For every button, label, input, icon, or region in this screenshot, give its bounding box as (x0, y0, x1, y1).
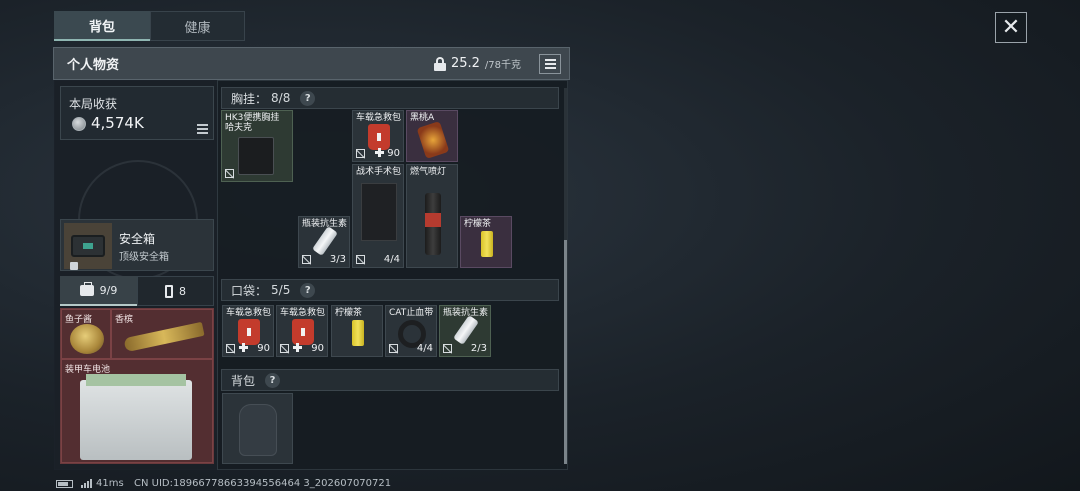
safe-box-name: 安全箱 (119, 232, 156, 246)
close-icon: ✕ (1001, 14, 1021, 40)
weight-indicator: 25.2 /78千克 (433, 56, 521, 71)
uid-text: CN UID:18966778663394556464 3_2026070707… (134, 478, 392, 489)
item-label: 车载急救包 (226, 308, 272, 318)
weight-max: /78千克 (484, 60, 521, 71)
help-icon[interactable]: ? (265, 372, 281, 388)
safe-box-image (64, 223, 112, 270)
tab-medkit-count: 9/9 (99, 283, 118, 297)
harvest-label: 本局收获 (69, 97, 118, 111)
medkit-icon (79, 281, 94, 296)
plus-icon (293, 343, 302, 352)
item-label: CAT止血带 (389, 308, 434, 318)
signal-icon (81, 479, 93, 488)
item-label: 黑桃A (410, 113, 435, 123)
item-count: 4/4 (416, 343, 433, 354)
section-count: 5/5 (271, 283, 291, 297)
coin-icon (72, 117, 86, 131)
item-label: 柠檬茶 (464, 219, 492, 229)
ping-text: 41ms (96, 478, 124, 489)
lock-icon (433, 56, 446, 71)
item-caviar[interactable]: 鱼子酱 (61, 309, 111, 359)
item-count: 90 (257, 343, 270, 354)
inventory-header: 个人物资 25.2 /78千克 (53, 47, 570, 80)
page-title: 个人物资 (67, 58, 120, 73)
item-count: 4/4 (383, 254, 400, 265)
section-pocket: 口袋： 5/5 ? (221, 279, 559, 301)
help-icon[interactable]: ? (300, 282, 316, 298)
item-label: 柠檬茶 (335, 308, 363, 318)
no-insure-icon (225, 169, 234, 178)
item-label: 瓶装抗生素 (443, 308, 489, 318)
no-insure-icon (443, 344, 452, 353)
section-count: 8/8 (271, 91, 291, 105)
no-insure-icon (356, 255, 365, 264)
no-insure-icon (356, 149, 365, 158)
item-count: 90 (387, 148, 400, 159)
pocket-item-aid-pack-2[interactable]: 车载急救包 90 (276, 305, 328, 357)
section-label: 胸挂： (231, 91, 268, 106)
item-count: 90 (311, 343, 324, 354)
tab-medkit[interactable]: 9/9 (60, 276, 137, 306)
lock-icon (70, 262, 78, 270)
item-antibiotic[interactable]: 瓶装抗生素 3/3 (298, 216, 350, 268)
battery-icon (56, 480, 73, 488)
item-label: 香槟 (115, 315, 134, 325)
pocket-item-tourniquet[interactable]: CAT止血带 4/4 (385, 305, 437, 357)
item-gas-torch[interactable]: 燃气喷灯 (406, 164, 458, 268)
close-button[interactable]: ✕ (995, 12, 1027, 43)
magazine-icon (165, 284, 173, 298)
safe-box-grade: 顶级安全箱 (119, 252, 169, 263)
no-insure-icon (226, 344, 235, 353)
item-count: 3/3 (329, 254, 346, 265)
pocket-item-aid-pack-1[interactable]: 车载急救包 90 (222, 305, 274, 357)
safe-box-slot[interactable]: 安全箱 顶级安全箱 (60, 219, 214, 271)
pocket-item-lemon-tea[interactable]: 柠檬茶 (331, 305, 383, 357)
item-lemon-tea[interactable]: 柠檬茶 (460, 216, 512, 268)
tab-backpack[interactable]: 背包 (54, 11, 150, 41)
backpack-placeholder-icon (239, 404, 277, 456)
plus-icon (375, 148, 384, 157)
help-icon[interactable]: ? (300, 90, 316, 106)
item-chest-rig[interactable]: HK3便携胸挂 哈夫克 (221, 110, 293, 182)
no-insure-icon (302, 255, 311, 264)
list-icon[interactable] (197, 124, 208, 134)
item-aid-pack[interactable]: 车载急救包 90 (352, 110, 404, 162)
scrollbar-thumb[interactable] (564, 240, 567, 464)
harvest-card[interactable]: 本局收获 4,574K (60, 86, 214, 140)
item-label: 瓶装抗生素 (302, 219, 348, 229)
tab-magazine[interactable]: 8 (137, 276, 214, 306)
tab-magazine-count: 8 (179, 284, 186, 298)
harvest-value: 4,574K (91, 114, 144, 132)
tab-health[interactable]: 健康 (150, 11, 245, 41)
plus-icon (239, 343, 248, 352)
section-chest-rig: 胸挂： 8/8 ? (221, 87, 559, 109)
item-label: 车载急救包 (356, 113, 402, 123)
safe-box-grid: 鱼子酱 香槟 装甲车电池 (60, 308, 214, 464)
section-label: 口袋： (231, 283, 268, 298)
weight-current: 25.2 (450, 56, 480, 71)
section-backpack: 背包 ? (221, 369, 559, 391)
item-label: HK3便携胸挂 哈夫克 (225, 113, 280, 133)
item-ace-of-spades[interactable]: 黑桃A (406, 110, 458, 162)
sort-menu-button[interactable] (539, 53, 561, 74)
item-label: 车载急救包 (280, 308, 326, 318)
item-label: 燃气喷灯 (410, 167, 447, 177)
item-armored-battery[interactable]: 装甲车电池 (61, 359, 213, 463)
item-tactical-surgery-kit[interactable]: 战术手术包 4/4 (352, 164, 404, 268)
no-insure-icon (389, 344, 398, 353)
pocket-item-antibiotic[interactable]: 瓶装抗生素 2/3 (439, 305, 491, 357)
item-count: 2/3 (470, 343, 487, 354)
item-label: 战术手术包 (356, 167, 402, 177)
backpack-empty-slot[interactable] (222, 393, 293, 464)
no-insure-icon (280, 344, 289, 353)
section-label: 背包 (231, 373, 256, 388)
container-tabs: 9/9 8 (60, 276, 214, 306)
item-champagne[interactable]: 香槟 (111, 309, 213, 359)
